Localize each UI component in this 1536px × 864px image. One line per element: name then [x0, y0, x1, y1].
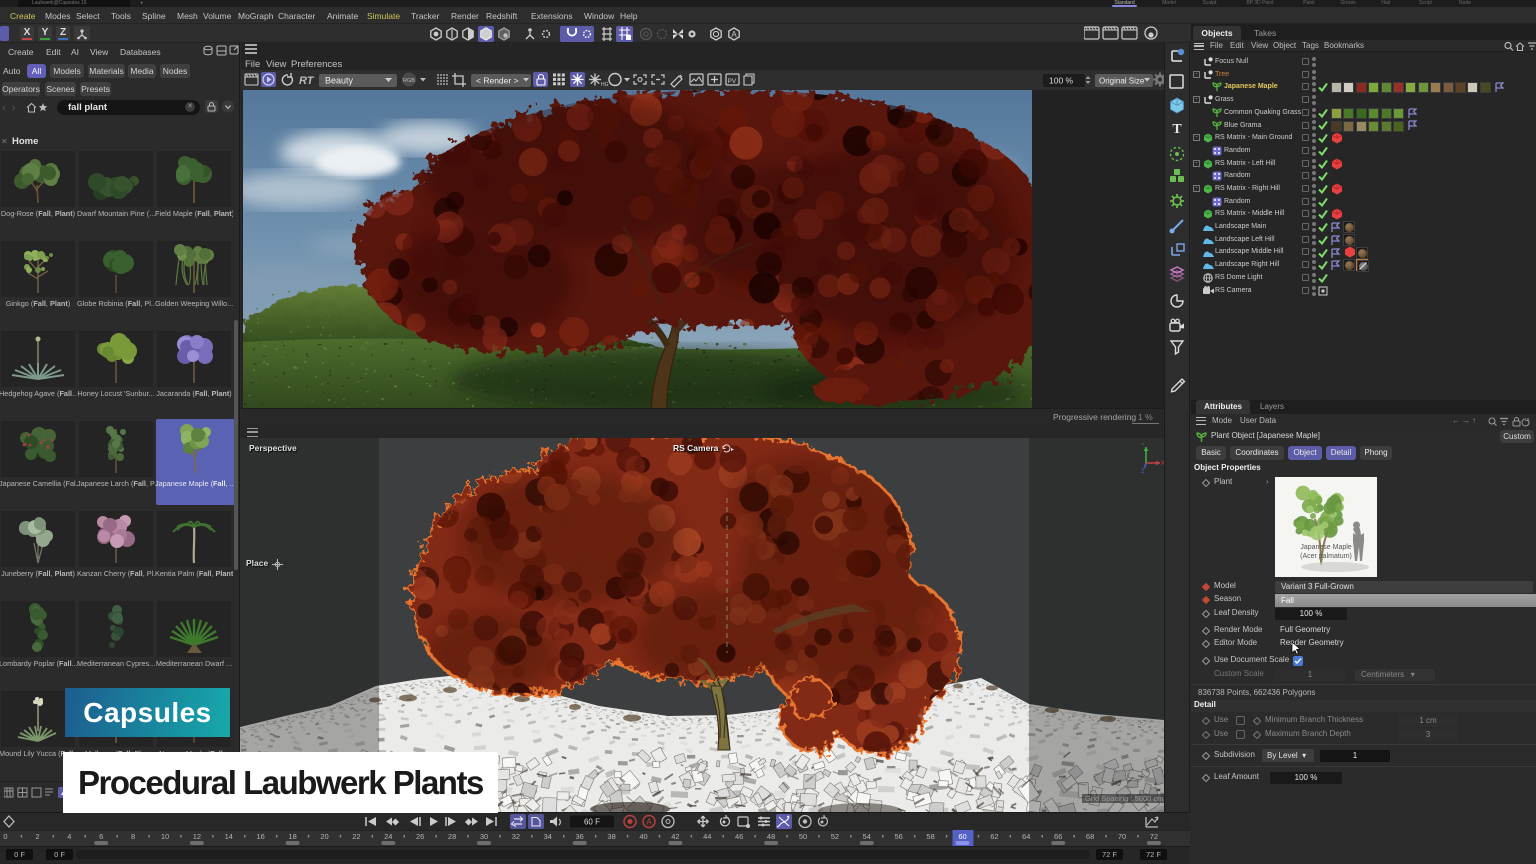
svg-text:10: 10 [161, 832, 169, 841]
svg-text:30: 30 [480, 832, 488, 841]
svg-text:60 F: 60 F [584, 818, 600, 827]
svg-text:40: 40 [639, 832, 647, 841]
svg-text:64: 64 [1022, 832, 1030, 841]
svg-text:A: A [646, 818, 652, 827]
svg-text:66: 66 [1054, 832, 1062, 841]
svg-text:(Acer palmatum): (Acer palmatum) [1300, 553, 1352, 560]
svg-text:52: 52 [831, 832, 839, 841]
svg-text:20: 20 [320, 832, 328, 841]
svg-text:62: 62 [990, 832, 998, 841]
svg-text:Original Size: Original Size [1099, 77, 1145, 86]
svg-text:28: 28 [448, 832, 456, 841]
svg-text:14: 14 [225, 832, 233, 841]
svg-text:56: 56 [895, 832, 903, 841]
svg-text:A: A [731, 30, 737, 39]
svg-text:16: 16 [257, 832, 265, 841]
svg-text:RGB: RGB [403, 78, 415, 84]
svg-text:< Render >: < Render > [476, 76, 519, 86]
svg-text:50: 50 [799, 832, 807, 841]
svg-text:24: 24 [384, 832, 392, 841]
svg-text:Y: Y [1141, 443, 1145, 447]
svg-text:8: 8 [131, 832, 135, 841]
svg-text:42: 42 [671, 832, 679, 841]
svg-text:RT: RT [299, 75, 315, 87]
svg-text:60: 60 [958, 832, 966, 841]
svg-text:Japanese Maple: Japanese Maple [1300, 544, 1351, 551]
svg-text:32: 32 [512, 832, 520, 841]
svg-text:PV: PV [728, 78, 737, 85]
svg-text:44: 44 [703, 832, 711, 841]
svg-text:Z: Z [1141, 469, 1145, 473]
svg-text:Beauty: Beauty [325, 76, 354, 86]
svg-text:T: T [1172, 122, 1182, 137]
svg-text:22: 22 [352, 832, 360, 841]
svg-text:4: 4 [67, 832, 71, 841]
svg-text:34: 34 [544, 832, 552, 841]
svg-text:70: 70 [1118, 832, 1126, 841]
svg-text:0: 0 [3, 832, 7, 841]
svg-text:6: 6 [99, 832, 103, 841]
svg-text:68: 68 [1086, 832, 1094, 841]
svg-text:58: 58 [926, 832, 934, 841]
svg-text:46: 46 [735, 832, 743, 841]
svg-text:38: 38 [607, 832, 615, 841]
svg-text:36: 36 [576, 832, 584, 841]
svg-text:72: 72 [1150, 832, 1158, 841]
svg-text:48: 48 [767, 832, 775, 841]
svg-text:12: 12 [193, 832, 201, 841]
svg-text:HG: HG [601, 82, 609, 88]
svg-text:100 %: 100 % [1049, 76, 1074, 86]
svg-text:54: 54 [863, 832, 871, 841]
svg-text:2: 2 [35, 832, 39, 841]
svg-text:18: 18 [288, 832, 296, 841]
svg-text:26: 26 [416, 832, 424, 841]
